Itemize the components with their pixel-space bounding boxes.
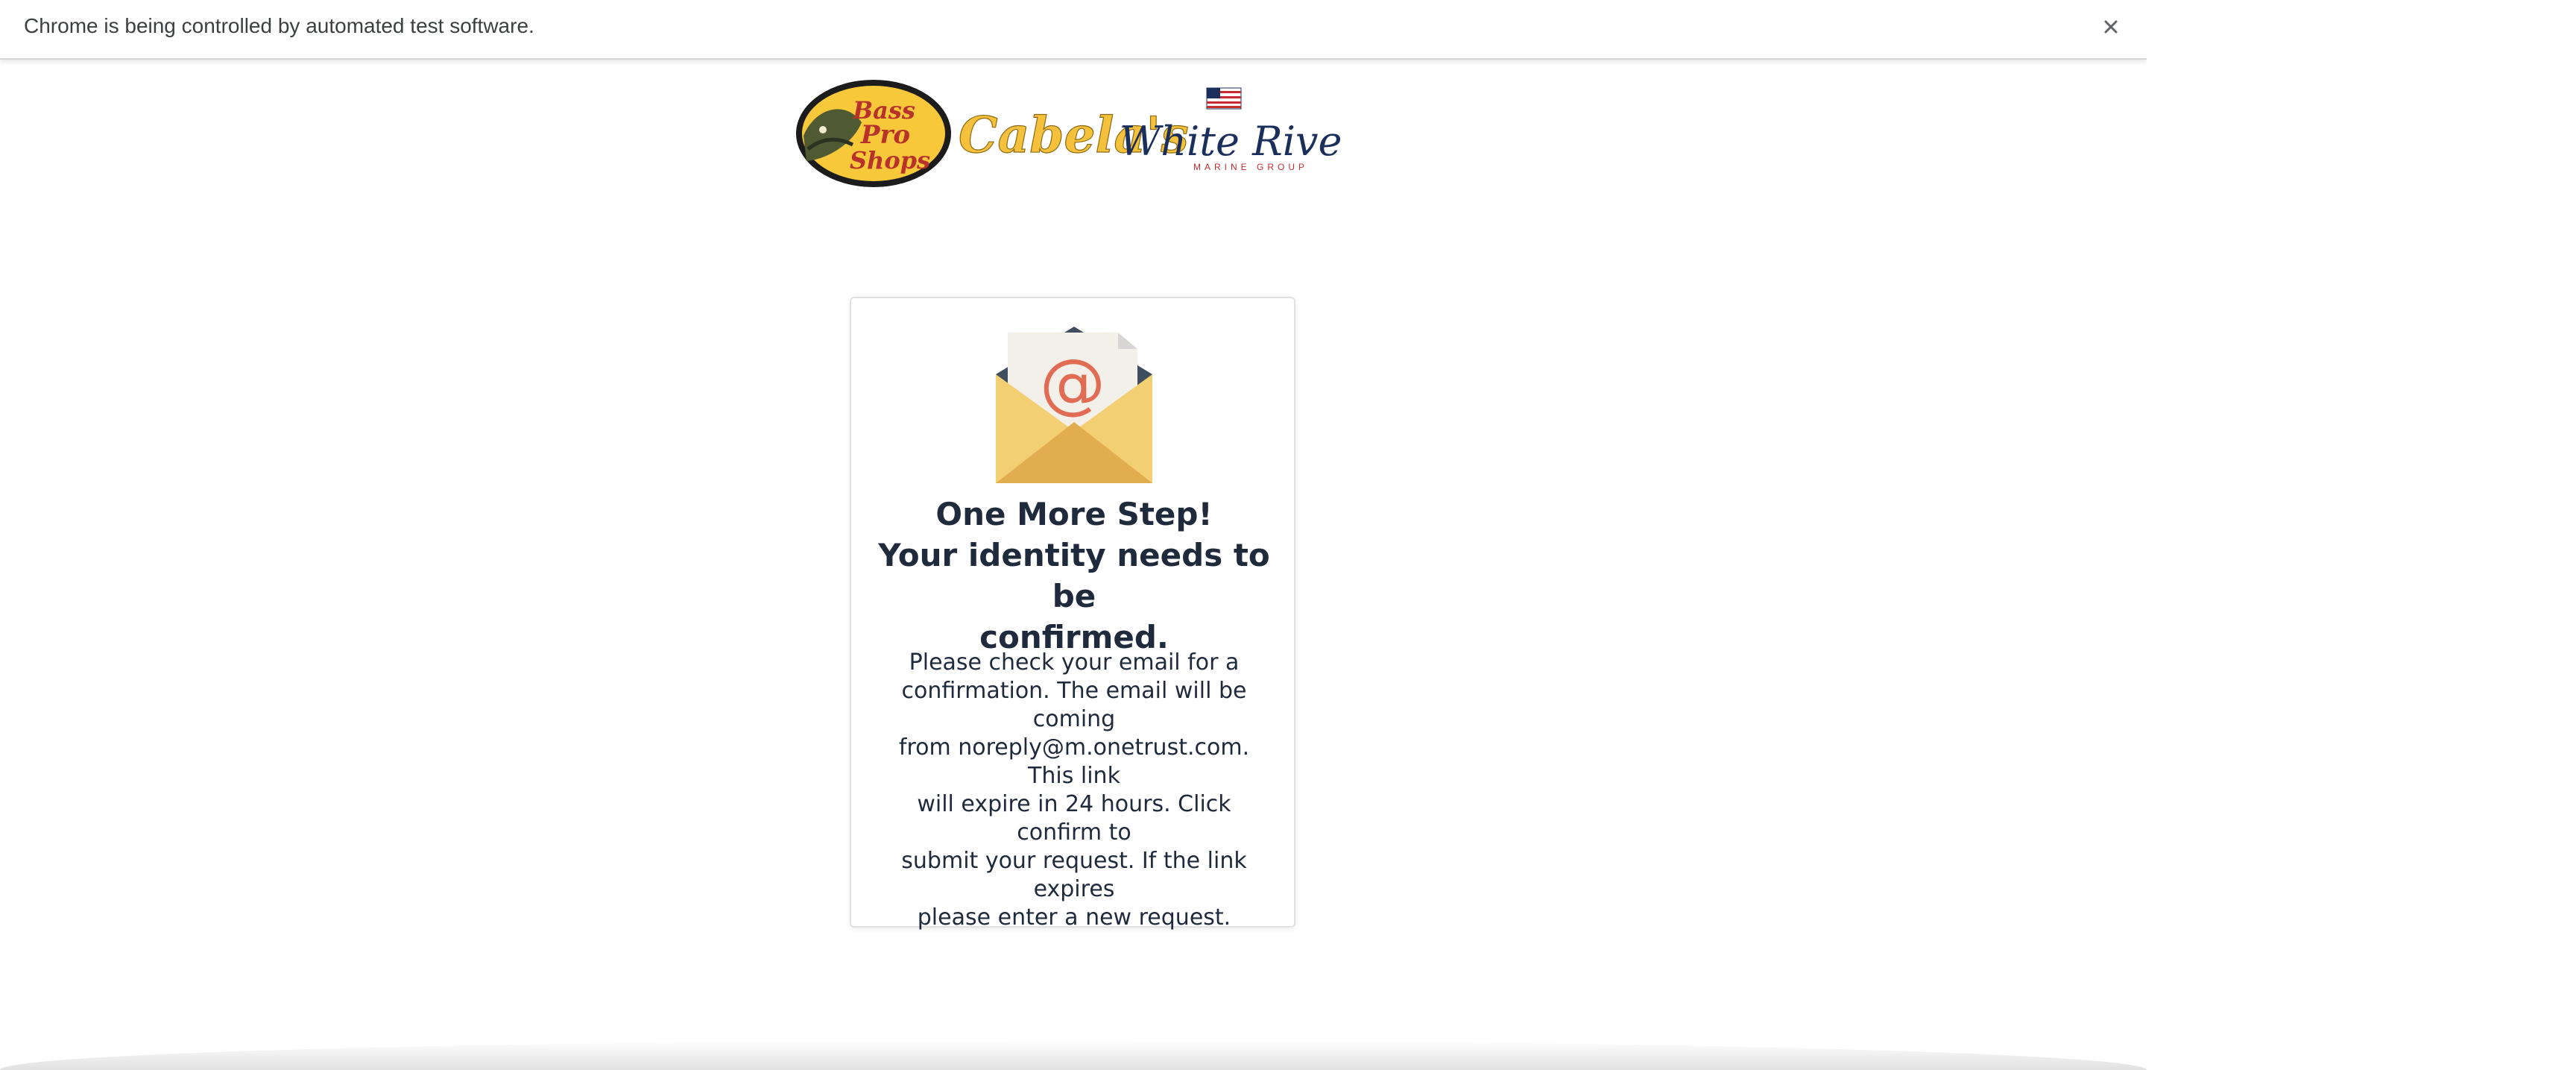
browser-viewport: Chrome is being controlled by automated … xyxy=(0,0,2576,1070)
automation-infobar: Chrome is being controlled by automated … xyxy=(0,0,2147,60)
message-line-1: Please check your email for a xyxy=(909,649,1240,676)
bass-pro-line-3: Shops xyxy=(850,146,930,174)
svg-text:@: @ xyxy=(1040,344,1105,421)
message-line-2: confirmation. The email will be coming xyxy=(901,678,1247,732)
message-line-4: will expire in 24 hours. Click confirm t… xyxy=(917,791,1231,846)
message-line-5: submit your request. If the link expires xyxy=(901,848,1247,902)
bass-pro-shops-logo: Bass Pro Shops xyxy=(796,80,951,187)
page: Chrome is being controlled by automated … xyxy=(0,0,2147,1070)
confirmation-message: Please check your email for a confirmati… xyxy=(874,649,1275,932)
brand-logos: Bass Pro Shops Cabela's White River MARI… xyxy=(796,80,1345,187)
white-river-tagline: MARINE GROUP xyxy=(1193,162,1308,172)
heading-line-2: Your identity needs to be xyxy=(878,537,1270,614)
close-icon[interactable] xyxy=(2096,12,2126,42)
heading-line-1: One More Step! xyxy=(935,496,1213,532)
email-envelope-icon: @ xyxy=(996,327,1152,483)
white-river-marine-group-logo: White River MARINE GROUP xyxy=(1120,87,1345,172)
white-river-name: White River xyxy=(1120,118,1345,165)
page-bottom-shadow xyxy=(0,1040,2147,1070)
message-line-6: please enter a new request. xyxy=(917,904,1231,931)
bass-pro-line-2: Pro xyxy=(860,120,910,150)
automation-infobar-message: Chrome is being controlled by automated … xyxy=(24,14,534,37)
flag-icon xyxy=(1206,87,1242,110)
confirmation-card: @ One More Step! Your identity needs to … xyxy=(850,297,1295,931)
confirmation-heading: One More Step! Your identity needs to be… xyxy=(866,494,1282,658)
message-line-3: from noreply@m.onetrust.com. This link xyxy=(898,734,1250,789)
